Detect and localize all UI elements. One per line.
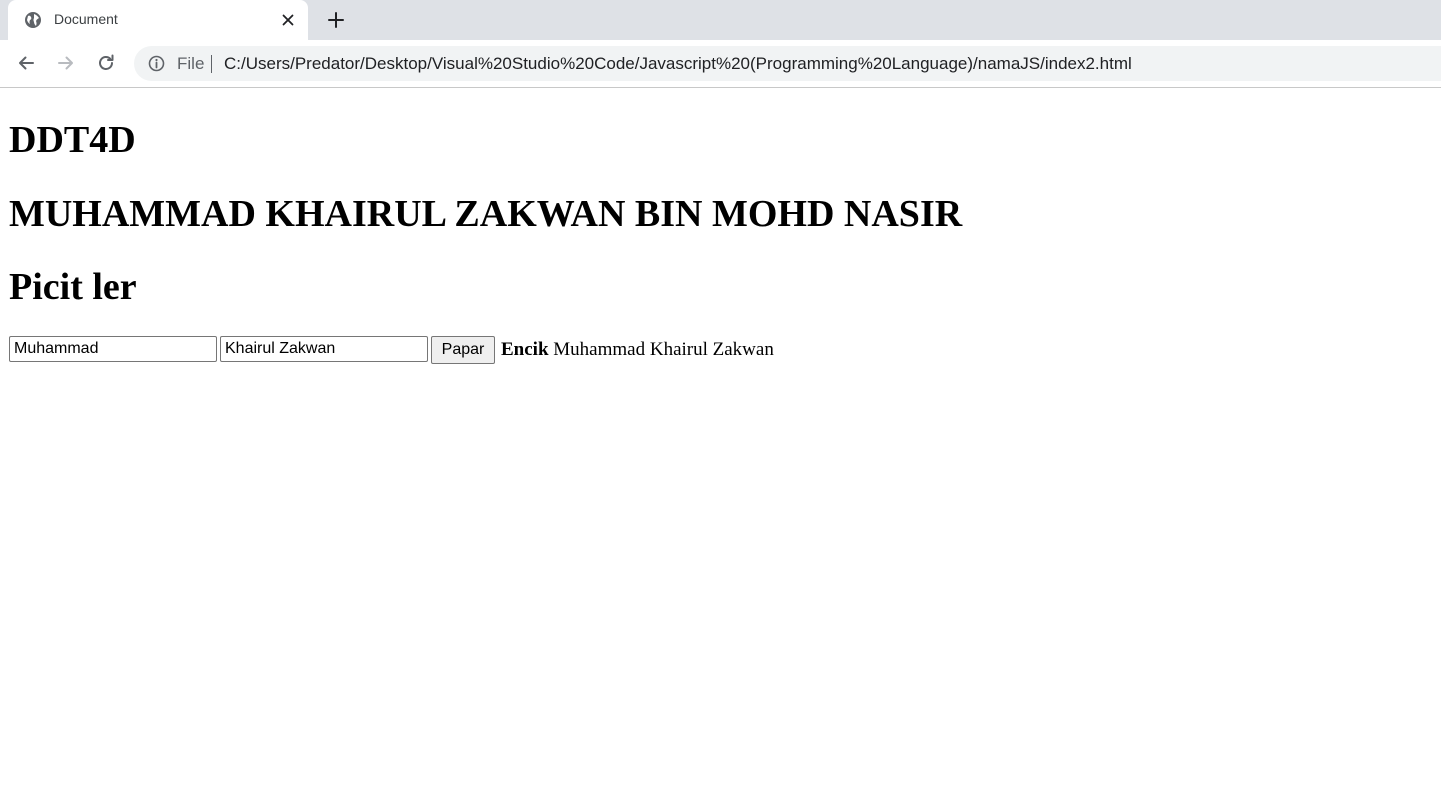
plus-icon[interactable] [327, 11, 345, 29]
papar-button[interactable]: Papar [431, 336, 495, 364]
address-separator [211, 55, 212, 73]
address-bar[interactable]: File C:/Users/Predator/Desktop/Visual%20… [134, 46, 1441, 81]
reload-icon[interactable] [96, 53, 116, 73]
globe-icon [25, 12, 41, 28]
browser-tab[interactable]: Document [8, 0, 308, 40]
result-title: Encik [501, 339, 549, 360]
info-icon[interactable] [148, 55, 165, 72]
heading-full-name: MUHAMMAD KHAIRUL ZAKWAN BIN MOHD NASIR [9, 193, 963, 235]
last-name-input[interactable] [220, 336, 428, 362]
result-name: Muhammad Khairul Zakwan [553, 339, 774, 360]
tab-strip: Document [0, 0, 1441, 40]
arrow-left-icon[interactable] [16, 53, 36, 73]
tab-title: Document [54, 11, 118, 27]
close-icon[interactable] [280, 12, 296, 28]
heading-instruction: Picit ler [9, 266, 137, 308]
arrow-right-icon[interactable] [56, 53, 76, 73]
first-name-input[interactable] [9, 336, 217, 362]
result-output: Encik Muhammad Khairul Zakwan [501, 339, 774, 361]
url-scheme-label: File [177, 54, 205, 73]
heading-class: DDT4D [9, 119, 136, 161]
url-text[interactable]: C:/Users/Predator/Desktop/Visual%20Studi… [224, 54, 1132, 74]
page-content: DDT4D MUHAMMAD KHAIRUL ZAKWAN BIN MOHD N… [0, 88, 1441, 803]
browser-toolbar: File C:/Users/Predator/Desktop/Visual%20… [0, 40, 1441, 88]
